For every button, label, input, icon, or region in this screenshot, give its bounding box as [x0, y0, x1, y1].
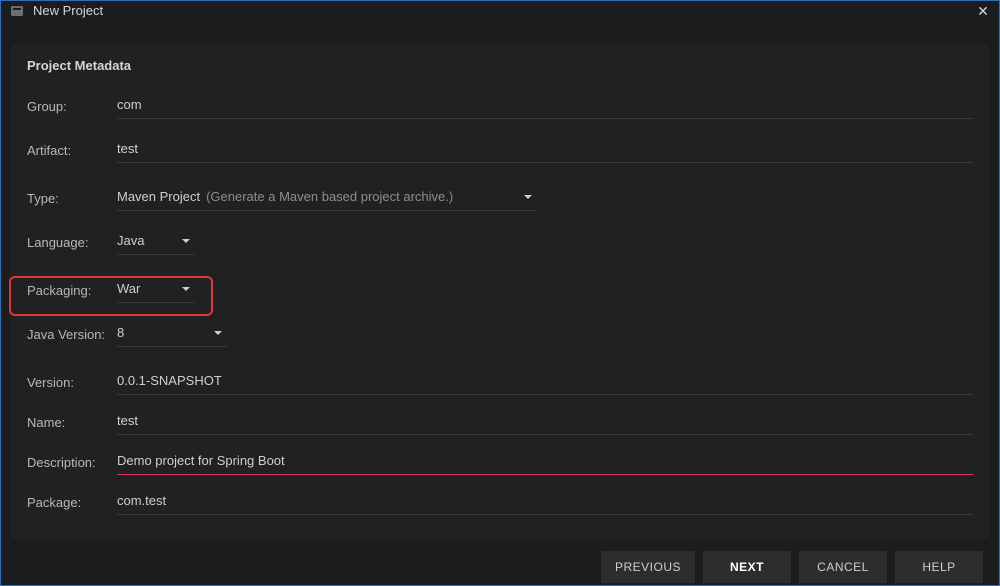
- row-version: Version: 0.0.1-SNAPSHOT: [27, 369, 973, 395]
- select-packaging-value: War: [117, 281, 140, 296]
- row-type: Type: Maven Project (Generate a Maven ba…: [27, 185, 973, 211]
- input-group[interactable]: com: [117, 93, 973, 119]
- label-description: Description:: [27, 455, 117, 470]
- chevron-down-icon: [187, 328, 223, 338]
- cancel-button[interactable]: CANCEL: [799, 551, 887, 583]
- row-packaging: Packaging: War: [27, 277, 973, 303]
- row-java-version: Java Version: 8: [27, 321, 973, 347]
- label-name: Name:: [27, 415, 117, 430]
- row-name: Name: test: [27, 409, 973, 435]
- label-type: Type:: [27, 191, 117, 206]
- label-group: Group:: [27, 99, 117, 114]
- row-group: Group: com: [27, 93, 973, 119]
- select-java-version[interactable]: 8: [117, 321, 227, 347]
- label-packaging: Packaging:: [27, 283, 117, 298]
- dialog-footer: PREVIOUS NEXT CANCEL HELP: [1, 549, 999, 585]
- row-artifact: Artifact: test: [27, 137, 973, 163]
- new-project-window: New Project ✕ Project Metadata Group: co…: [0, 0, 1000, 586]
- select-type[interactable]: Maven Project (Generate a Maven based pr…: [117, 185, 537, 211]
- row-language: Language: Java: [27, 229, 973, 255]
- select-language[interactable]: Java: [117, 229, 195, 255]
- window-title: New Project: [33, 3, 103, 18]
- label-artifact: Artifact:: [27, 143, 117, 158]
- label-java-version: Java Version:: [27, 327, 117, 342]
- close-icon[interactable]: ✕: [975, 3, 991, 19]
- select-type-hint: (Generate a Maven based project archive.…: [206, 189, 453, 204]
- section-title: Project Metadata: [27, 58, 973, 73]
- help-button[interactable]: HELP: [895, 551, 983, 583]
- chevron-down-icon: [155, 236, 191, 246]
- input-description[interactable]: Demo project for Spring Boot: [117, 449, 973, 475]
- titlebar: New Project ✕: [1, 1, 999, 20]
- input-name[interactable]: test: [117, 409, 973, 435]
- chevron-down-icon: [497, 192, 533, 202]
- row-package: Package: com.test: [27, 489, 973, 515]
- select-type-value: Maven Project: [117, 189, 200, 204]
- input-version[interactable]: 0.0.1-SNAPSHOT: [117, 369, 973, 395]
- input-artifact[interactable]: test: [117, 137, 973, 163]
- input-package[interactable]: com.test: [117, 489, 973, 515]
- label-language: Language:: [27, 235, 117, 250]
- dialog-body: Project Metadata Group: com Artifact: te…: [1, 20, 999, 549]
- chevron-down-icon: [155, 284, 191, 294]
- label-version: Version:: [27, 375, 117, 390]
- label-package: Package:: [27, 495, 117, 510]
- row-description: Description: Demo project for Spring Boo…: [27, 449, 973, 475]
- next-button[interactable]: NEXT: [703, 551, 791, 583]
- select-java-version-value: 8: [117, 325, 124, 340]
- app-icon: [9, 3, 25, 19]
- select-packaging[interactable]: War: [117, 277, 195, 303]
- previous-button[interactable]: PREVIOUS: [601, 551, 695, 583]
- select-language-value: Java: [117, 233, 144, 248]
- form-panel: Project Metadata Group: com Artifact: te…: [11, 44, 989, 539]
